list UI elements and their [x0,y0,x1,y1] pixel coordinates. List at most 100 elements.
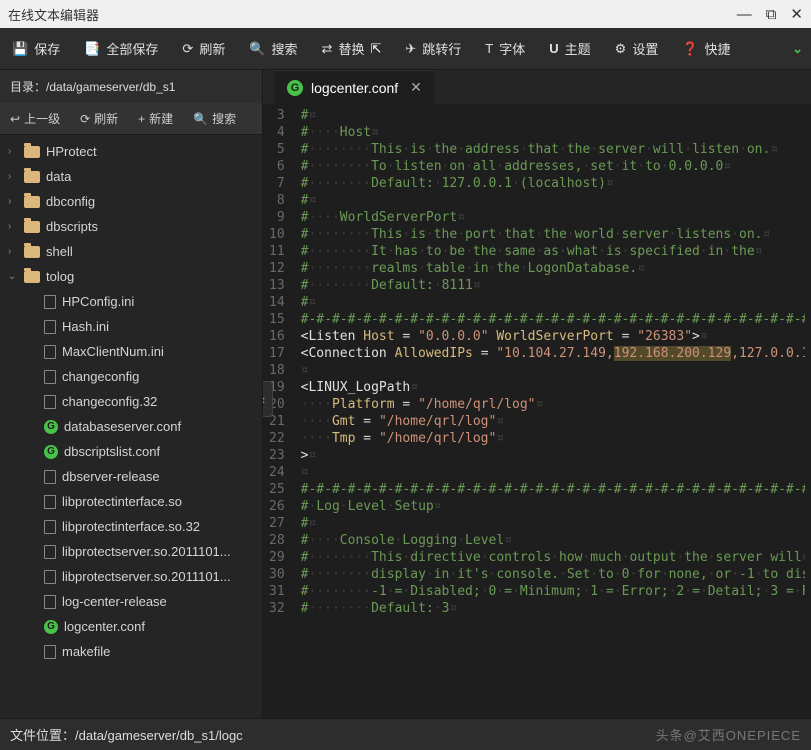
item-label: data [46,169,71,184]
file-icon [44,345,56,359]
new-button[interactable]: +新建 [128,103,183,134]
up-button[interactable]: ↩上一级 [0,103,70,134]
refresh-button[interactable]: ⟳刷新 [170,28,237,69]
file-icon [44,645,56,659]
sidebar-search-button[interactable]: 🔍搜索 [183,103,246,134]
replace-icon: ⇄ [322,41,333,57]
save-all-button[interactable]: 📑全部保存 [72,28,170,69]
minimize-icon[interactable]: — [737,6,752,23]
save-icon: 💾 [12,41,28,57]
goto-line-button[interactable]: ✈跳转行 [393,28,473,69]
folder-icon [24,196,40,208]
file-icon [44,395,56,409]
folder-icon [24,146,40,158]
folder-item[interactable]: › data [0,164,262,189]
item-label: Hash.ini [62,319,109,334]
search-icon: 🔍 [249,41,265,57]
file-item[interactable]: MaxClientNum.ini [0,339,262,364]
file-item[interactable]: changeconfig [0,364,262,389]
quick-button[interactable]: ❓快捷 [670,28,742,69]
up-icon: ↩ [10,112,20,126]
file-item[interactable]: Gdatabaseserver.conf [0,414,262,439]
folder-icon [24,171,40,183]
file-item[interactable]: libprotectinterface.so [0,489,262,514]
code-content[interactable]: #¤#····Host¤#········This·is·the·address… [295,104,811,718]
font-button[interactable]: T字体 [473,28,537,69]
maximize-icon[interactable]: ⧉ [766,6,777,23]
item-label: makefile [62,644,110,659]
item-label: dbscripts [46,219,98,234]
item-label: libprotectserver.so.2011101... [62,569,231,584]
file-icon [44,595,56,609]
folder-item[interactable]: ›HProtect [0,139,262,164]
collapse-sidebar-handle[interactable]: ‹ [263,381,273,417]
watermark: 头条@艾西ONEPIECE [656,725,801,744]
chevron-right-icon: › [8,196,18,207]
file-item[interactable]: changeconfig.32 [0,389,262,414]
folder-item[interactable]: ⌄tolog [0,264,262,289]
chevron-right-icon: › [8,221,18,232]
close-tab-icon[interactable]: ✕ [410,79,422,96]
current-dir: /data/gameserver/db_s1 [46,80,175,94]
chevron-right-icon: › [8,246,18,257]
statusbar: 文件位置：/data/gameserver/db_s1/logc 头条@艾西ON… [0,718,811,750]
save-all-icon: 📑 [84,41,100,57]
file-icon [44,295,56,309]
file-item[interactable]: Glogcenter.conf [0,614,262,639]
replace-button[interactable]: ⇄替换⇱ [310,28,394,69]
conf-icon: G [44,420,58,434]
breadcrumb: 目录：/data/gameserver/db_s1 [0,70,262,103]
sidebar-refresh-button[interactable]: ⟳刷新 [70,103,128,134]
quick-icon: ❓ [682,41,698,57]
item-label: changeconfig [62,369,139,384]
item-label: libprotectinterface.so.32 [62,519,200,534]
file-icon [44,520,56,534]
theme-button[interactable]: U主题 [537,28,602,69]
save-button[interactable]: 💾保存 [0,28,72,69]
file-item[interactable]: Hash.ini [0,314,262,339]
tab-logcenter[interactable]: G logcenter.conf ✕ [275,70,434,104]
more-chevron-icon[interactable]: ⌄ [792,41,803,57]
file-item[interactable]: libprotectinterface.so.32 [0,514,262,539]
file-tree[interactable]: ›HProtect›data›dbconfig›dbscripts›shell⌄… [0,135,262,718]
editor-tabs: G logcenter.conf ✕ [263,70,811,104]
close-icon[interactable]: ✕ [790,5,803,23]
sidebar: 目录：/data/gameserver/db_s1 ↩上一级 ⟳刷新 +新建 🔍… [0,70,263,718]
item-label: MaxClientNum.ini [62,344,164,359]
settings-button[interactable]: ⚙设置 [603,28,671,69]
file-item[interactable]: HPConfig.ini [0,289,262,314]
folder-item[interactable]: › dbscripts [0,214,262,239]
file-item[interactable]: dbserver-release [0,464,262,489]
file-item[interactable]: libprotectserver.so.2011101... [0,564,262,589]
folder-icon [24,246,40,258]
conf-icon: G [44,620,58,634]
main-toolbar: 💾保存 📑全部保存 ⟳刷新 🔍搜索 ⇄替换⇱ ✈跳转行 T字体 U主题 ⚙设置 … [0,28,811,70]
file-icon [44,470,56,484]
font-icon: T [485,41,493,56]
status-path: /data/gameserver/db_s1/logc [75,728,243,743]
cursor-icon: ⇱ [370,41,381,57]
file-item[interactable]: Gdbscriptslist.conf [0,439,262,464]
titlebar: 在线文本编辑器 — ⧉ ✕ [0,0,811,28]
file-item[interactable]: makefile [0,639,262,664]
item-label: dbconfig [46,194,95,209]
code-area[interactable]: 3456789101112131415161718192021222324252… [263,104,811,718]
item-label: dbserver-release [62,469,160,484]
chevron-right-icon: › [8,171,18,182]
item-label: logcenter.conf [64,619,145,634]
item-label: log-center-release [62,594,167,609]
folder-icon [24,271,40,283]
refresh-icon: ⟳ [80,112,90,126]
file-item[interactable]: libprotectserver.so.2011101... [0,539,262,564]
folder-item[interactable]: ›shell [0,239,262,264]
item-label: libprotectserver.so.2011101... [62,544,231,559]
gear-icon: ⚙ [615,41,627,57]
plus-icon: + [138,112,145,126]
chevron-right-icon: ⌄ [8,271,18,282]
search-button[interactable]: 🔍搜索 [237,28,309,69]
conf-icon: G [44,445,58,459]
item-label: HPConfig.ini [62,294,134,309]
refresh-icon: ⟳ [182,41,193,57]
folder-item[interactable]: › dbconfig [0,189,262,214]
file-item[interactable]: log-center-release [0,589,262,614]
